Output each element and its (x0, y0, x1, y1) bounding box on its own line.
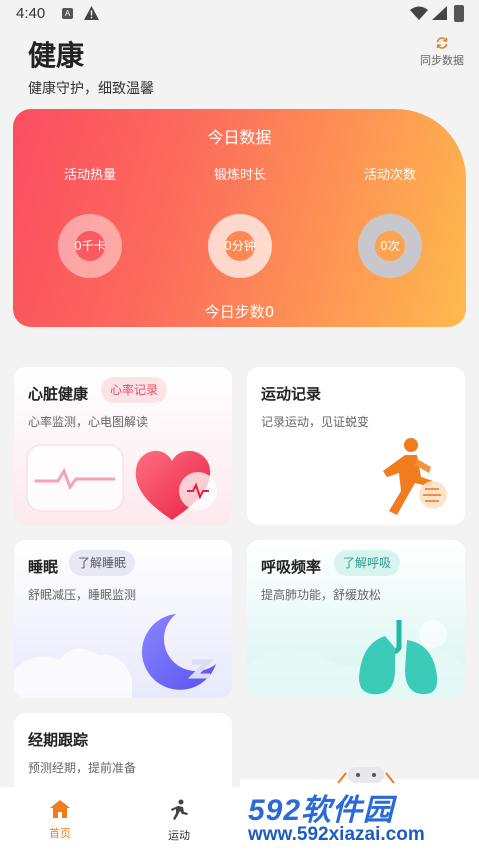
notification-icon: A (62, 8, 73, 19)
game-controller-icon (337, 767, 395, 784)
moon-icon (142, 614, 216, 690)
card-description: 记录运动，见证蜕变 (261, 415, 370, 429)
tab-sport[interactable]: 运动 (124, 799, 234, 843)
breathing-rate-card[interactable]: 呼吸频率 了解呼吸 提高肺功能，舒缓放松 (247, 540, 465, 698)
status-bar: 4:40 A (0, 0, 479, 28)
sport-record-card[interactable]: 运动记录 记录运动，见证蜕变 (247, 367, 465, 525)
stat-value: 0分钟 (224, 239, 256, 253)
heart-icon (135, 450, 217, 520)
sync-data-button[interactable]: 同步数据 (412, 36, 472, 68)
tab-home[interactable]: 首页 (5, 799, 115, 841)
duration-ring: 0分钟 (208, 214, 272, 278)
tab-label: 运动 (168, 829, 190, 842)
count-ring: 0次 (358, 214, 422, 278)
card-title: 运动记录 (261, 385, 322, 403)
today-data-title: 今日数据 (207, 128, 272, 147)
status-time: 4:40 (16, 5, 46, 22)
watermark-brand: 592软件园 (248, 794, 395, 827)
page-subtitle: 健康守护，细致温馨 (28, 81, 154, 97)
watermark-url: www.592xiazai.com (248, 824, 425, 845)
today-data-card: 今日数据 活动热量 0千卡 锻炼时长 0分钟 活动次数 0次 今日步数0 (13, 109, 466, 327)
warning-icon (84, 6, 99, 20)
sleep-card[interactable]: 睡眠 了解睡眠 舒眠减压，睡眠监测 (14, 540, 232, 698)
tab-label: 首页 (49, 827, 71, 840)
card-description: 舒眠减压，睡眠监测 (28, 588, 137, 602)
sync-data-label: 同步数据 (420, 54, 464, 67)
card-title: 呼吸频率 (261, 558, 322, 576)
learn-breathing-tag[interactable]: 了解呼吸 (334, 550, 401, 576)
stat-value: 0千卡 (74, 239, 106, 253)
lungs-icon (359, 620, 447, 695)
cloud-icon (14, 648, 132, 698)
ecg-monitor-icon (26, 444, 124, 512)
card-title: 心脏健康 (28, 385, 89, 403)
page-title: 健康 (28, 39, 85, 72)
runner-icon (383, 438, 447, 515)
signal-icon (432, 6, 447, 20)
card-description: 提高肺功能，舒缓放松 (261, 588, 382, 602)
heart-rate-record-tag[interactable]: 心率记录 (101, 377, 168, 403)
today-steps: 今日步数0 (204, 303, 275, 321)
card-title: 睡眠 (28, 558, 59, 576)
running-icon (171, 799, 188, 820)
stat-label: 活动热量 (63, 168, 116, 183)
stat-calories: 活动热量 0千卡 (30, 164, 150, 278)
card-description: 心率监测，心电图解读 (28, 415, 149, 429)
learn-sleep-tag[interactable]: 了解睡眠 (69, 550, 136, 576)
wifi-icon (410, 6, 428, 20)
card-title: 经期跟踪 (28, 731, 89, 749)
stat-activity-count: 活动次数 0次 (330, 164, 450, 278)
card-description: 预测经期，提前准备 (28, 761, 137, 775)
stat-exercise-duration: 锻炼时长 0分钟 (180, 164, 300, 278)
refresh-icon (436, 37, 448, 49)
home-icon (50, 800, 70, 818)
battery-icon (454, 5, 464, 22)
calories-ring: 0千卡 (58, 214, 122, 278)
watermark: 592软件园 www.592xiazai.com (240, 767, 479, 853)
stat-value: 0次 (380, 239, 400, 253)
stat-label: 活动次数 (363, 168, 416, 183)
heart-health-card[interactable]: 心脏健康 心率记录 心率监测，心电图解读 (14, 367, 232, 525)
stat-label: 锻炼时长 (213, 168, 266, 183)
